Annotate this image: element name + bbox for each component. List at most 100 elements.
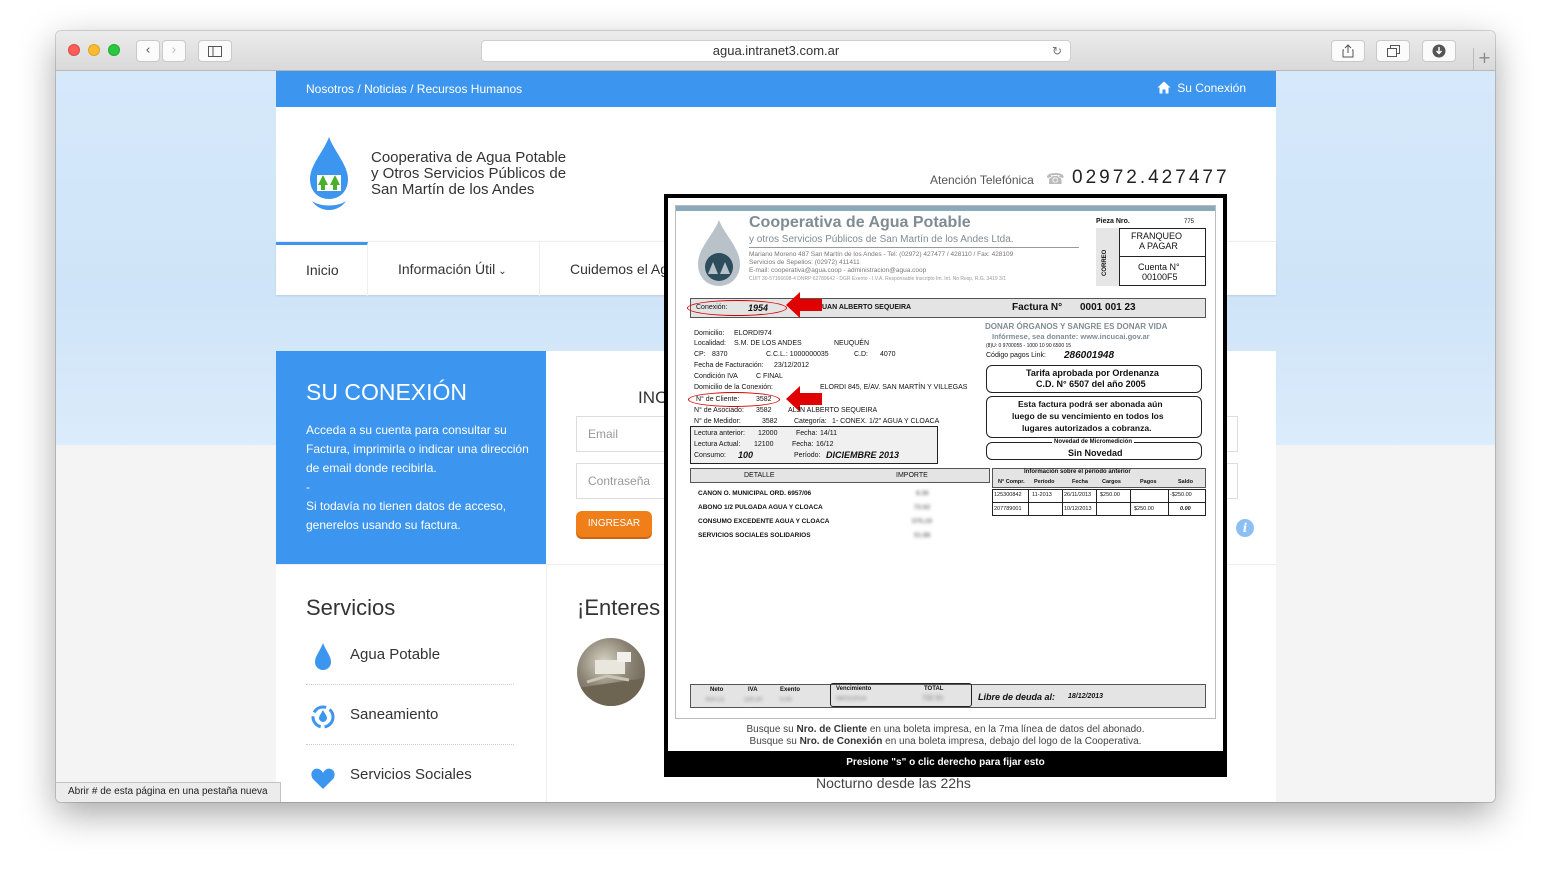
prev-cell: 0.00 xyxy=(1180,506,1191,512)
field-fecha-fact-val: 23/12/2012 xyxy=(774,362,810,369)
forward-button[interactable]: › xyxy=(162,40,186,62)
exento-val: 0.00 xyxy=(780,697,792,703)
prev-cell: $250.00 xyxy=(1134,506,1154,512)
su-conexion-dash: - xyxy=(306,480,310,494)
reload-icon[interactable]: ↻ xyxy=(1052,41,1062,61)
nav-link-recursos-humanos[interactable]: Recursos Humanos xyxy=(417,82,522,96)
minimize-window-button[interactable] xyxy=(88,44,100,56)
popup-footer: Presione "s" o clic derecho para fijar e… xyxy=(846,757,1045,768)
service-saneamiento[interactable]: Saneamiento xyxy=(306,685,514,745)
lectura-actual-fecha: Fecha: xyxy=(792,441,814,448)
neto-val: 610.21 xyxy=(706,697,725,703)
lectura-actual-val: 12100 xyxy=(754,441,774,448)
novedad-label: Novedad de Micromedición xyxy=(1052,439,1135,445)
detalle-header-bar xyxy=(690,468,990,483)
downloads-button[interactable] xyxy=(1422,40,1456,62)
nav-item-label: Información Útil xyxy=(398,261,496,277)
new-tab-button[interactable]: + xyxy=(1473,48,1495,70)
water-drop-icon xyxy=(315,643,331,670)
detalle-item: ABONO 1/2 PULGADA AGUA Y CLOACA xyxy=(698,504,823,511)
prev-header: Saldo xyxy=(1178,479,1193,485)
bill-logo xyxy=(698,220,740,286)
nocturno-text: Nocturno desde las 22hs xyxy=(816,775,971,791)
libre-deuda-val: 18/12/2013 xyxy=(1068,693,1104,700)
periodo: Período: xyxy=(794,452,821,459)
prev-cell: 26/11/2013 xyxy=(1064,492,1092,498)
lectura-actual-fecha-val: 16/12 xyxy=(816,441,834,448)
nav-item-label: Inicio xyxy=(306,262,339,278)
factura-num: 0001 001 23 xyxy=(1080,302,1136,313)
servicios-title: Servicios xyxy=(306,595,396,620)
top-nav-links: Nosotros / Noticias / Recursos Humanos xyxy=(306,82,522,96)
importe-item: 575.19 xyxy=(912,518,932,525)
prev-col-divider xyxy=(1028,489,1029,516)
tabs-overview-button[interactable] xyxy=(1376,40,1410,62)
prev-cell: 125300842 xyxy=(994,492,1022,498)
prev-col-divider xyxy=(1168,489,1169,516)
tabs-icon xyxy=(1386,45,1400,57)
prev-col-divider xyxy=(1130,489,1131,516)
franqueo-divider xyxy=(1120,256,1206,257)
conexion-highlight xyxy=(687,300,787,316)
importe-header: IMPORTE xyxy=(896,472,928,479)
address-bar[interactable]: agua.intranet3.com.ar ↻ xyxy=(481,40,1071,62)
sidebar-icon xyxy=(208,46,222,57)
share-button[interactable] xyxy=(1331,40,1365,62)
a-pagar-label: A PAGAR xyxy=(1139,241,1178,251)
pieza-label: Pieza Nro. xyxy=(1096,218,1130,225)
consumo-val: 100 xyxy=(738,450,754,460)
importe-item: 8.36 xyxy=(916,490,929,497)
phone-icon: ☎ xyxy=(1046,170,1065,188)
service-label: Saneamiento xyxy=(350,706,439,723)
field-localidad-val: S.M. DE LOS ANDES xyxy=(734,340,802,347)
service-servicios-sociales[interactable]: Servicios Sociales xyxy=(306,745,514,802)
hint-text: Busque su xyxy=(749,736,797,747)
back-button[interactable]: ‹ xyxy=(136,40,160,62)
total-val: 732.91 xyxy=(922,695,944,702)
sidebar-toggle-button[interactable] xyxy=(198,40,232,62)
nav-item-informacion-util[interactable]: Información Útil ⌄ xyxy=(368,242,540,296)
periodo-val: DICIEMBRE 2013 xyxy=(826,450,900,460)
home-icon xyxy=(1157,81,1171,94)
nav-item-inicio[interactable]: Inicio xyxy=(276,242,368,296)
field-cd: C.D: xyxy=(854,351,868,358)
bill-divider xyxy=(749,247,1079,248)
info-icon[interactable]: i xyxy=(1236,519,1254,537)
bill-help-popup[interactable]: Cooperativa de Agua Potable y otros Serv… xyxy=(664,194,1227,777)
phone-number: 02972.427477 xyxy=(1072,167,1230,188)
recycle-water-icon xyxy=(311,705,335,729)
detalle-item: SERVICIOS SOCIALES SOLIDARIOS xyxy=(698,532,811,539)
news-thumbnail-image[interactable] xyxy=(577,638,645,706)
nav-link-noticias[interactable]: Noticias xyxy=(364,82,407,96)
news-title: ¡Enteres xyxy=(577,595,661,620)
field-cp: CP: xyxy=(694,351,706,358)
pagoslink-label: Código pagos Link: xyxy=(986,352,1046,359)
vencimiento-label: Vencimiento xyxy=(836,686,872,692)
cliente-highlight xyxy=(688,392,780,407)
share-icon xyxy=(1342,44,1354,58)
titlebar: ‹ › agua.intranet3.com.ar ↻ + xyxy=(56,31,1495,71)
field-cp-val: 8370 xyxy=(712,351,728,358)
lectura-anterior-val: 12000 xyxy=(758,430,778,437)
correo-label: CORREO xyxy=(1102,249,1108,276)
nav-separator: / xyxy=(410,82,414,96)
field-categoria-val: 1- CONEX. 1/2" AGUA Y CLOACA xyxy=(832,418,940,425)
browser-window: ‹ › agua.intranet3.com.ar ↻ + Nosotros / xyxy=(56,31,1495,802)
ingresar-button[interactable]: INGRESAR xyxy=(576,511,652,537)
abonada-line2: luego de su vencimiento en todos los xyxy=(1012,411,1164,421)
nav-link-nosotros[interactable]: Nosotros xyxy=(306,82,354,96)
field-localidad: Localidad: xyxy=(694,340,726,347)
zoom-window-button[interactable] xyxy=(108,44,120,56)
su-conexion-label: Su Conexión xyxy=(1177,81,1246,95)
prev-cell: $250.00 xyxy=(1100,492,1120,498)
informese: Infórmese, sea donante: www.incucai.gov.… xyxy=(992,332,1150,341)
service-agua-potable[interactable]: Agua Potable xyxy=(306,625,514,685)
iva-label: IVA xyxy=(748,687,758,693)
field-provincia: NEUQUÉN xyxy=(834,340,870,347)
password-placeholder: Contraseña xyxy=(588,474,651,488)
correo-stamp: CORREO xyxy=(1096,228,1120,286)
close-window-button[interactable] xyxy=(68,44,80,56)
su-conexion-link[interactable]: Su Conexión xyxy=(1157,81,1246,95)
novedad-val: Sin Novedad xyxy=(1068,448,1123,458)
service-label: Servicios Sociales xyxy=(350,766,472,783)
